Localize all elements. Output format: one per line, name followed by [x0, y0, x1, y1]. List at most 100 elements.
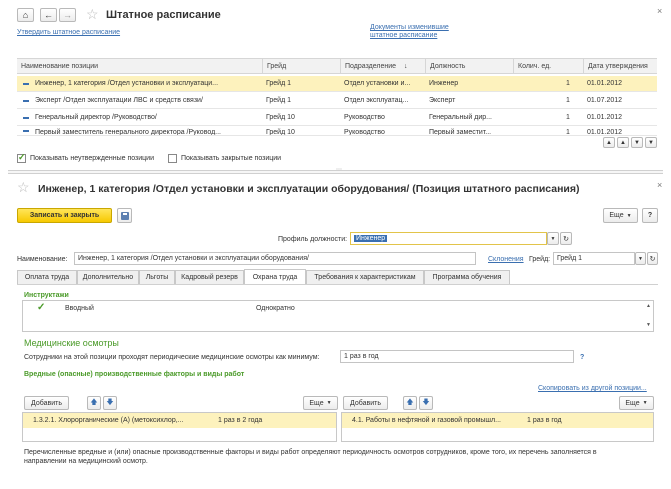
- save-button[interactable]: [117, 208, 132, 223]
- approve-link[interactable]: Утвердить штатное расписание: [17, 29, 120, 36]
- cell-qty: 1: [566, 97, 570, 104]
- cell-grade: Грейд 1: [266, 80, 292, 87]
- show-unapproved-checkbox[interactable]: ✓: [17, 152, 26, 163]
- row-marker-icon: [23, 130, 29, 132]
- cell-grade: Грейд 1: [266, 97, 292, 104]
- col-qty[interactable]: Колич. ед.: [513, 59, 583, 73]
- instruction-name: Вводный: [65, 305, 94, 312]
- name-field[interactable]: Инженер, 1 категория /Отдел установки и …: [74, 252, 476, 265]
- right-more-label: Еще: [625, 399, 640, 407]
- table-row[interactable]: Эксперт /Отдел эксплуатации ЛВС и средст…: [17, 93, 657, 109]
- cell-grade: Грейд 10: [266, 114, 295, 121]
- top-close-icon[interactable]: ×: [657, 6, 662, 16]
- scroll-first-button[interactable]: ▲​: [603, 137, 615, 148]
- col-position[interactable]: Должность: [425, 59, 513, 73]
- instruction-row[interactable]: ✓ Вводный Однократно: [23, 301, 645, 316]
- medical-help-icon[interactable]: ?: [580, 354, 584, 361]
- right-add-button[interactable]: Добавить: [343, 396, 388, 410]
- work-frequency: 1 раз в год: [527, 417, 562, 424]
- footnote-line2: направлении на медицинский осмотр.: [24, 458, 148, 465]
- copy-from-position-link[interactable]: Скопировать из другой позиции...: [538, 385, 647, 392]
- factor-frequency: 1 раз в 2 года: [218, 417, 263, 424]
- check-icon: ✓: [18, 152, 26, 162]
- name-label: Наименование:: [17, 256, 68, 263]
- tab-benefits[interactable]: Льготы: [139, 270, 175, 284]
- cell-qty: 1: [566, 114, 570, 121]
- instructions-label: Инструктажи: [24, 292, 69, 299]
- left-add-button[interactable]: Добавить: [24, 396, 69, 410]
- grade-field[interactable]: Грейд 1: [553, 252, 635, 265]
- row-marker-icon: [23, 100, 29, 102]
- col-grade[interactable]: Грейд: [262, 59, 340, 73]
- form-favorite-star-icon[interactable]: ☆: [17, 179, 30, 196]
- cell-dept: Отдел эксплуатац...: [344, 97, 409, 104]
- page-title: Штатное расписание: [106, 9, 221, 21]
- favorite-star-icon[interactable]: ☆: [86, 6, 99, 23]
- form-close-icon[interactable]: ×: [657, 180, 662, 190]
- grade-open-button[interactable]: ↻: [647, 252, 658, 265]
- docs-link-line2[interactable]: штатное расписание: [370, 32, 437, 39]
- profile-value: Инженер: [354, 235, 388, 242]
- show-closed-label: Показывать закрытые позиции: [181, 155, 282, 162]
- medical-text: Сотрудники на этой позиции проходят пери…: [24, 354, 320, 361]
- profile-open-button[interactable]: ↻: [560, 232, 572, 245]
- medical-frequency-field[interactable]: 1 раз в год: [340, 350, 574, 363]
- col-dept[interactable]: Подразделение ↓: [340, 59, 425, 73]
- right-move-up-button[interactable]: 🡅: [403, 396, 417, 410]
- back-button[interactable]: ←: [40, 8, 57, 22]
- cell-position: Первый заместит...: [429, 128, 492, 136]
- table-row[interactable]: Первый заместитель генерального директор…: [17, 127, 657, 136]
- left-more-button[interactable]: Еще ▼: [303, 396, 338, 410]
- tab-requirements[interactable]: Требования к характеристикам: [306, 270, 424, 284]
- grade-dropdown-button[interactable]: ▼: [635, 252, 646, 265]
- scroll-down-button[interactable]: ▼: [631, 137, 643, 148]
- left-move-down-button[interactable]: 🡇: [103, 396, 117, 410]
- left-more-label: Еще: [309, 399, 324, 407]
- row-marker-icon: [23, 117, 29, 119]
- right-move-down-button[interactable]: 🡇: [419, 396, 433, 410]
- tab-payment[interactable]: Оплата труда: [17, 270, 77, 284]
- col-name[interactable]: Наименование позиции: [17, 59, 262, 73]
- cell-name: Первый заместитель генерального директор…: [35, 128, 221, 136]
- col-date[interactable]: Дата утверждения: [583, 59, 657, 73]
- scroll-last-button[interactable]: ▼​: [645, 137, 657, 148]
- cell-qty: 1: [566, 128, 570, 136]
- chevron-down-icon: ▼: [626, 212, 632, 219]
- save-close-button[interactable]: Записать и закрыть: [17, 208, 112, 223]
- work-name: 4.1. Работы в нефтяной и газовой промышл…: [352, 417, 501, 424]
- tab-training[interactable]: Программа обучения: [424, 270, 510, 284]
- forward-button[interactable]: →: [59, 8, 76, 22]
- help-button[interactable]: ?: [642, 208, 658, 223]
- splitter-grip-icon: ⋯: [336, 167, 342, 173]
- scroll-up-button[interactable]: ▲: [617, 137, 629, 148]
- declensions-link[interactable]: Склонения: [488, 256, 524, 263]
- right-more-button[interactable]: Еще ▼: [619, 396, 654, 410]
- factor-name: 1.3.2.1. Хлорорганические (А) (метоксихл…: [33, 417, 184, 424]
- tab-additional[interactable]: Дополнительно: [77, 270, 139, 284]
- list-item[interactable]: 1.3.2.1. Хлорорганические (А) (метоксихл…: [23, 413, 336, 428]
- cell-position: Эксперт: [429, 97, 456, 104]
- home-button[interactable]: ⌂: [17, 8, 34, 22]
- cell-qty: 1: [566, 80, 570, 87]
- list-item[interactable]: 4.1. Работы в нефтяной и газовой промышл…: [342, 413, 653, 428]
- docs-link-line1[interactable]: Документы изменившие: [370, 24, 449, 31]
- cell-name: Генеральный директор /Руководство/: [35, 114, 157, 121]
- show-unapproved-label: Показывать неутвержденные позиции: [30, 155, 155, 162]
- profile-field[interactable]: Инженер: [350, 232, 547, 245]
- more-label: Еще: [609, 212, 624, 219]
- profile-label: Профиль должности:: [278, 236, 348, 243]
- cell-date: 01.01.2012: [587, 128, 623, 136]
- show-closed-checkbox[interactable]: [168, 154, 177, 163]
- tab-reserve[interactable]: Кадровый резерв: [175, 270, 244, 284]
- table-row[interactable]: Инженер, 1 категория /Отдел установки и …: [17, 76, 657, 92]
- col-dept-label: Подразделение: [345, 62, 397, 70]
- tab-safety[interactable]: Охрана труда: [244, 269, 306, 284]
- harmful-label: Вредные (опасные) производственные факто…: [24, 371, 245, 378]
- more-button[interactable]: Еще ▼: [603, 208, 638, 223]
- instructions-scroll-down-icon[interactable]: ▼: [646, 322, 651, 328]
- chevron-down-icon: ▼: [642, 400, 648, 406]
- instructions-scroll-up-icon[interactable]: ▲: [646, 303, 651, 309]
- table-row[interactable]: Генеральный директор /Руководство/ Грейд…: [17, 110, 657, 126]
- profile-dropdown-button[interactable]: ▼: [547, 232, 559, 245]
- left-move-up-button[interactable]: 🡅: [87, 396, 101, 410]
